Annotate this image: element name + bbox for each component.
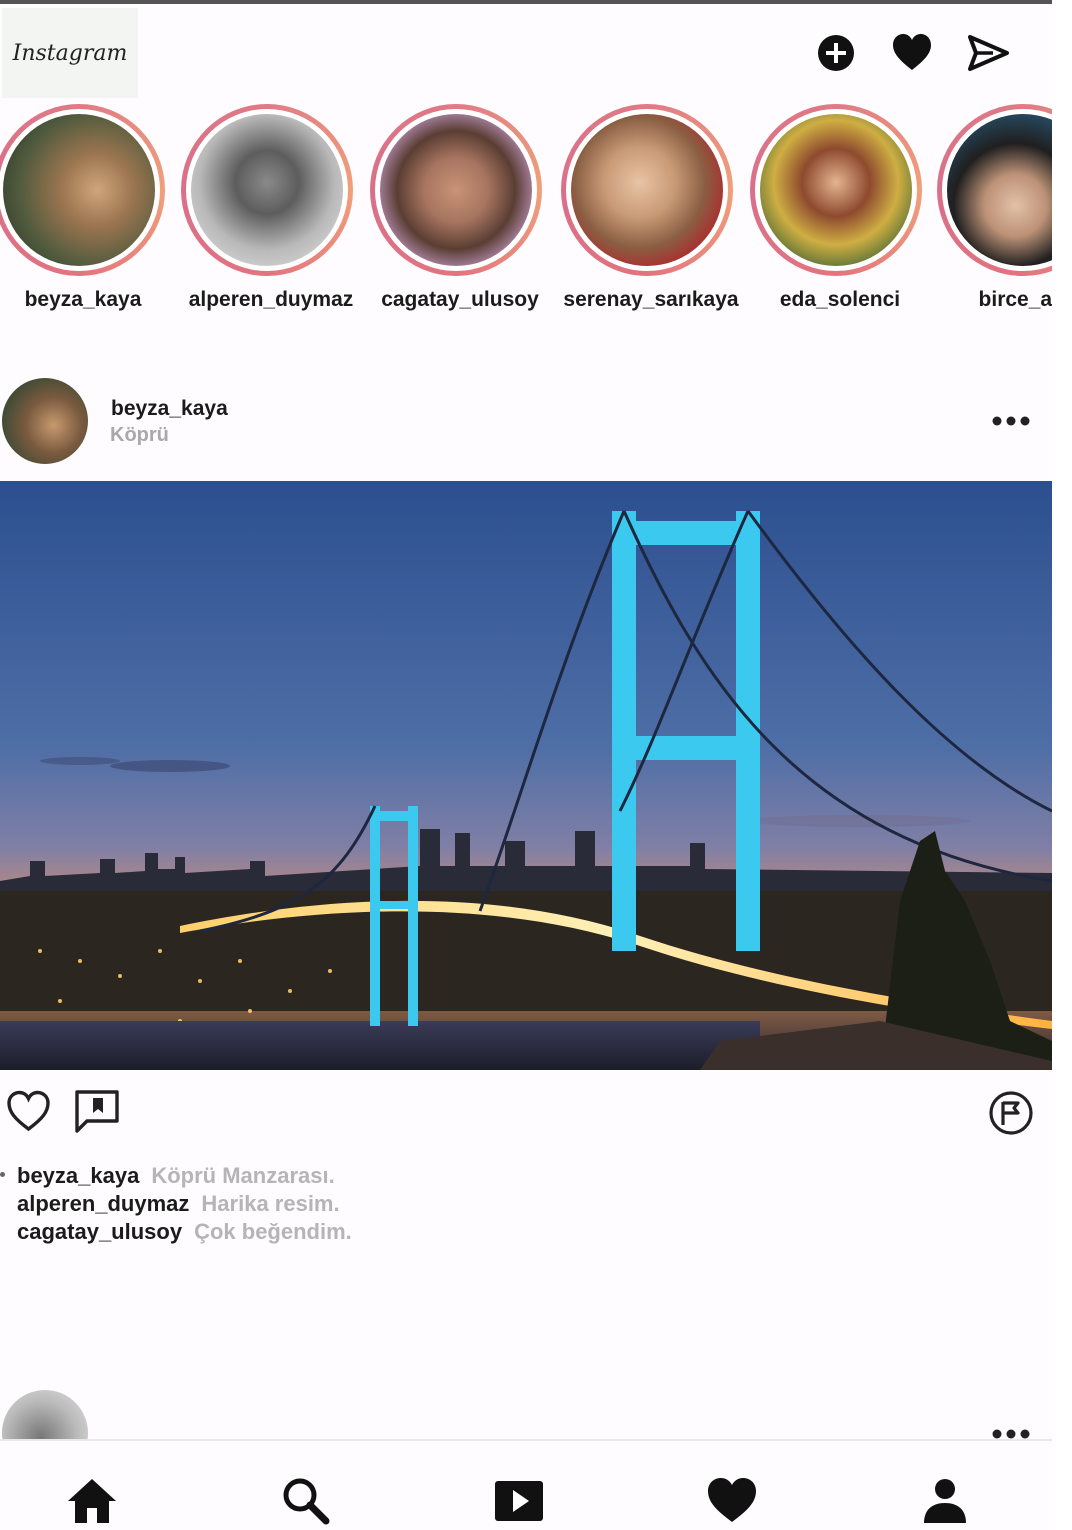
home-icon [68,1479,116,1523]
post-image[interactable] [0,481,1052,1070]
story-avatar [760,114,912,266]
comment-icon [75,1090,119,1133]
story-item[interactable]: birce_aka [922,104,1052,324]
logo-text: Instagram [12,40,128,66]
story-ring [181,104,353,276]
post-options-button[interactable] [991,414,1031,428]
comment-username[interactable]: beyza_kaya [17,1163,139,1188]
top-divider [0,0,1052,4]
direct-message-button[interactable] [967,32,1009,74]
comment-row: cagatay_ulusoy Çok beğendim. [17,1219,352,1245]
comment-button[interactable] [74,1089,120,1135]
comment-row: beyza_kaya Köprü Manzarası. [17,1163,335,1189]
story-item[interactable]: cagatay_ulusoy [355,104,545,324]
story-ring [750,104,922,276]
story-username: beyza_kaya [24,288,142,311]
story-username: birce_aka [978,288,1052,311]
story-ring [937,104,1052,276]
nav-search[interactable] [280,1475,332,1527]
story-item[interactable]: beyza_kaya [0,104,168,324]
video-icon [495,1481,543,1521]
more-dots-icon [992,416,1030,426]
nav-home[interactable] [66,1475,118,1527]
add-post-button[interactable] [815,32,857,74]
activity-button[interactable] [891,32,933,74]
story-username: alperen_duymaz [188,288,354,311]
bullet-dot [0,1172,5,1177]
comment-text: Köprü Manzarası. [151,1163,335,1188]
nav-reels[interactable] [493,1475,545,1527]
save-button[interactable] [988,1090,1034,1136]
instagram-app: Instagram beyza_kaya alperen_duymaz caga… [0,0,1052,1530]
comment-username[interactable]: cagatay_ulusoy [17,1219,182,1244]
story-avatar [3,114,155,266]
story-item[interactable]: alperen_duymaz [166,104,356,324]
nav-profile[interactable] [919,1475,971,1527]
post-author-username[interactable]: beyza_kaya [111,397,228,421]
comment-text: Harika resim. [201,1191,340,1216]
instagram-logo[interactable]: Instagram [2,8,138,98]
story-ring [561,104,733,276]
bottom-navigation [0,1439,1052,1530]
heart-outline-icon [7,1090,50,1132]
search-icon [283,1478,330,1525]
add-circle-icon [818,35,854,71]
story-ring [370,104,542,276]
comment-username[interactable]: alperen_duymaz [17,1191,189,1216]
send-icon [968,35,1009,71]
story-username: eda_solenci [779,288,901,311]
right-gutter [1052,0,1072,1530]
story-item[interactable]: eda_solenci [735,104,925,324]
nav-activity[interactable] [706,1475,758,1527]
story-username: cagatay_ulusoy [381,288,539,311]
story-ring [0,104,165,276]
post-author-avatar[interactable] [2,378,88,464]
story-item[interactable]: serenay_sarıkaya [546,104,739,324]
save-icon [989,1091,1033,1135]
story-avatar [947,114,1052,266]
like-button[interactable] [6,1089,51,1134]
bridge-photo [0,481,1052,1070]
story-username: serenay_sarıkaya [563,288,739,311]
comment-row: alperen_duymaz Harika resim. [17,1191,340,1217]
story-avatar [191,114,343,266]
post-location[interactable]: Köprü [110,424,169,447]
heart-icon [893,34,931,70]
profile-icon [924,1479,966,1523]
story-avatar [571,114,723,266]
heart-icon [708,1478,756,1522]
story-avatar [380,114,532,266]
comment-text: Çok beğendim. [194,1219,352,1244]
